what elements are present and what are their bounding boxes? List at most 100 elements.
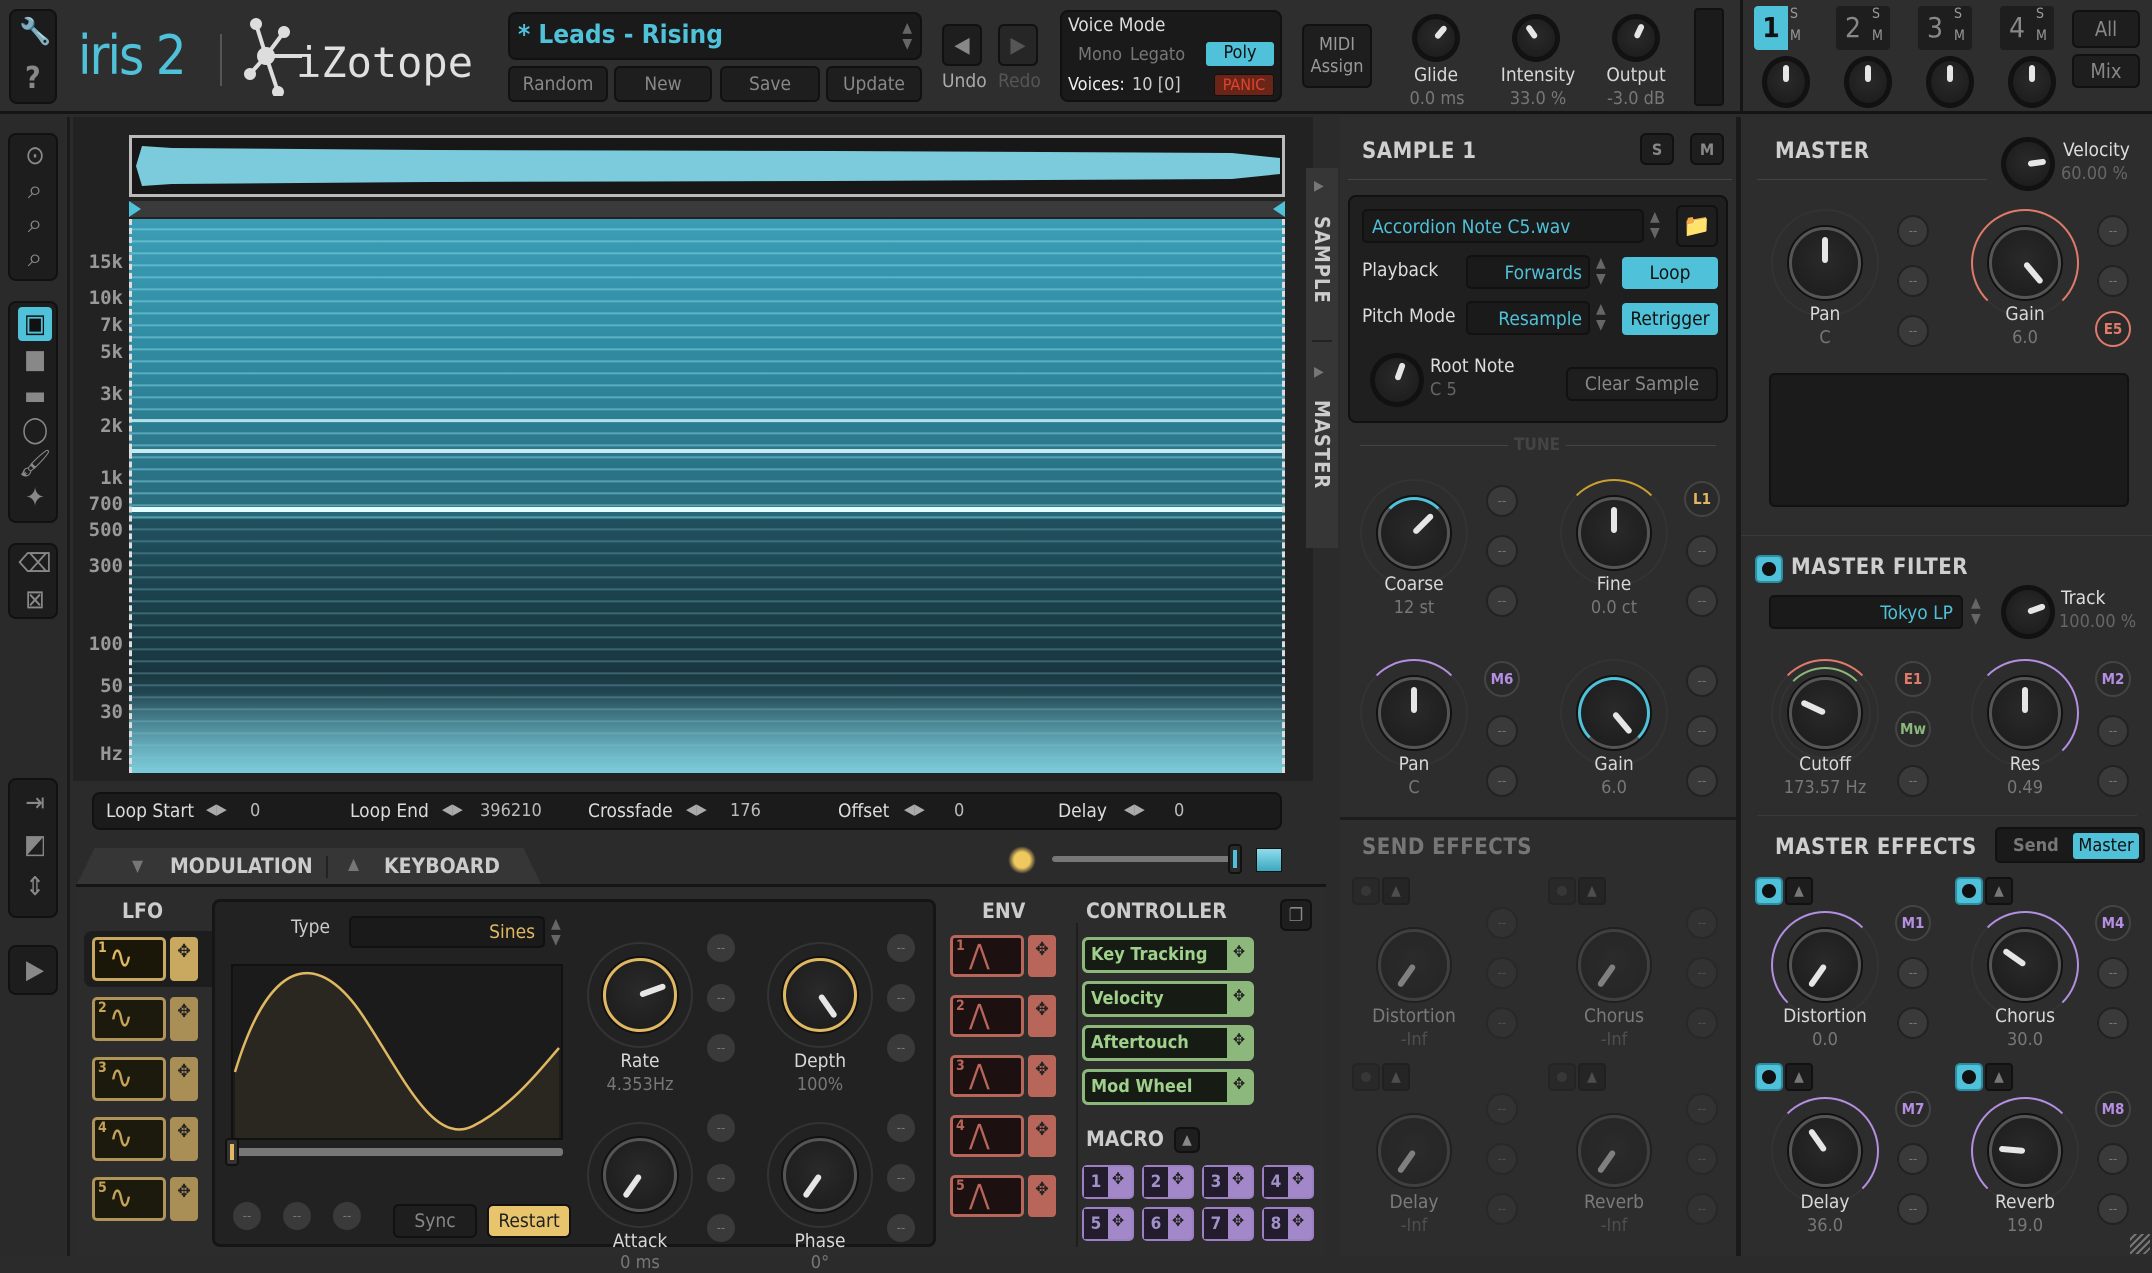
resize-grip-icon[interactable] [2130,1234,2150,1254]
mix-button[interactable]: Mix [2072,54,2140,88]
spectrogram-view-icon[interactable] [1256,848,1282,872]
lfo-phase-slider-handle[interactable] [225,1138,239,1166]
sample-solo-button[interactable]: S [1640,133,1674,165]
redo-button[interactable]: ▶ [998,24,1038,66]
send-reverb-mod-3[interactable]: -- [1686,1193,1718,1225]
voice-mode-mono[interactable]: Mono [1078,44,1122,65]
master-chorus-expand[interactable]: ▲ [1985,877,2013,905]
lfo-mod-slot-2[interactable]: -- [281,1200,313,1232]
glide-knob[interactable] [1414,16,1458,60]
master-gain-knob[interactable] [1989,227,2061,299]
cutoff-knob[interactable] [1789,677,1861,749]
zoom-select-icon[interactable]: ⊙ [18,139,52,173]
sample-slot-2[interactable]: 2 S M [1836,6,1890,50]
drag-icon[interactable]: ✥ [1226,1209,1250,1233]
midi-assign-button[interactable]: MIDI Assign [1302,24,1372,88]
output-knob[interactable] [1614,16,1658,60]
lfo-type-arrows-icon[interactable]: ▲ ▼ [551,916,561,948]
send-reverb-knob[interactable] [1578,1115,1650,1187]
send-distortion-mod-2[interactable]: -- [1486,957,1518,989]
macro-3[interactable]: 3 ✥ [1202,1165,1254,1199]
master-delay-power[interactable] [1755,1063,1783,1091]
master-delay-expand[interactable]: ▲ [1785,1063,1813,1091]
master-delay-mod-m7[interactable]: M7 [1895,1091,1931,1127]
side-tab-master[interactable]: MASTER [1310,400,1334,489]
delay-stepper-icon[interactable]: ◀▶ [1124,800,1145,818]
env-2-button[interactable]: 2 ⋀ [950,995,1024,1037]
view-mix-slider-handle[interactable] [1228,844,1242,874]
master-distortion-mod-2[interactable]: -- [1897,957,1929,989]
pan-mod-slot-3[interactable]: -- [1486,765,1518,797]
lfo-2-button[interactable]: 2 ∿ [92,997,166,1041]
master-pan-knob[interactable] [1789,227,1861,299]
master-chorus-power[interactable] [1955,877,1983,905]
send-reverb-mod-1[interactable]: -- [1686,1093,1718,1125]
rectangle-select-icon[interactable]: ■ [18,343,52,377]
send-reverb-power[interactable] [1548,1063,1576,1091]
pitch-mode-select[interactable]: Resample [1466,301,1590,335]
slot-3-mute[interactable]: M [1954,28,1965,44]
cutoff-mod-slot-3[interactable]: -- [1897,765,1929,797]
send-delay-mod-3[interactable]: -- [1486,1193,1518,1225]
playback-arrows-icon[interactable]: ▲ ▼ [1596,255,1606,287]
send-distortion-mod-3[interactable]: -- [1486,1007,1518,1039]
scale-selection-icon[interactable]: ◩ [18,828,52,862]
controller-key-tracking[interactable]: Key Tracking ✥ [1082,937,1254,973]
preset-arrows-icon[interactable]: ▲ ▼ [902,20,912,52]
env-2-drag-handle[interactable]: ✥ [1028,995,1056,1037]
macro-collapse-button[interactable]: ▲ [1174,1127,1200,1153]
attack-knob[interactable] [603,1138,677,1212]
master-pan-mod-3[interactable]: -- [1897,315,1929,347]
env-4-drag-handle[interactable]: ✥ [1028,1115,1056,1157]
master-velocity-knob[interactable] [2003,139,2053,189]
spectrogram-canvas[interactable] [129,219,1285,773]
master-filter-power[interactable] [1755,555,1783,583]
offset-value[interactable]: 0 [954,800,964,821]
res-mod-slot-2[interactable]: -- [2097,715,2129,747]
voice-mode-legato[interactable]: Legato [1130,44,1185,65]
panic-button[interactable]: PANIC [1214,74,1274,96]
master-reverb-mod-m8[interactable]: M8 [2095,1091,2131,1127]
env-4-button[interactable]: 4 ⋀ [950,1115,1024,1157]
macro-7[interactable]: 7 ✥ [1202,1207,1254,1241]
master-distortion-mod-3[interactable]: -- [1897,1007,1929,1039]
slot-2-mute[interactable]: M [1872,28,1883,44]
send-reverb-mod-2[interactable]: -- [1686,1143,1718,1175]
send-distortion-mod-1[interactable]: -- [1486,907,1518,939]
update-button[interactable]: Update [826,66,922,102]
res-knob[interactable] [1989,677,2061,749]
master-reverb-mod-2[interactable]: -- [2097,1143,2129,1175]
depth-mod-slot-2[interactable]: -- [885,982,917,1014]
master-reverb-knob[interactable] [1989,1115,2061,1187]
time-ruler[interactable] [129,201,1285,217]
open-folder-button[interactable]: 📁 [1676,205,1718,247]
coarse-mod-slot-3[interactable]: -- [1486,585,1518,617]
lfo-restart-button[interactable]: Restart [487,1204,571,1238]
send-chorus-expand[interactable]: ▲ [1578,877,1606,905]
env-5-drag-handle[interactable]: ✥ [1028,1175,1056,1217]
save-button[interactable]: Save [720,66,820,102]
loop-start-value[interactable]: 0 [250,800,260,821]
drag-icon[interactable]: ✥ [1166,1209,1190,1233]
filter-type-arrows-icon[interactable]: ▲ ▼ [1971,595,1981,627]
sample-mute-button[interactable]: M [1690,133,1724,165]
waveform-overview[interactable] [129,135,1285,197]
master-chorus-mod-3[interactable]: -- [2097,1007,2129,1039]
send-chorus-mod-2[interactable]: -- [1686,957,1718,989]
retrigger-toggle[interactable]: Retrigger [1622,303,1718,335]
coarse-mod-slot-2[interactable]: -- [1486,535,1518,567]
drag-icon[interactable]: ✥ [1166,1167,1190,1191]
lfo-4-button[interactable]: 4 ∿ [92,1117,166,1161]
lfo-5-button[interactable]: 5 ∿ [92,1177,166,1221]
sample-slot-4[interactable]: 4 S M [2000,6,2054,50]
phase-knob[interactable] [783,1138,857,1212]
eraser-icon[interactable]: ⌫ [18,547,52,581]
drag-icon[interactable]: ✥ [1227,940,1251,970]
master-reverb-expand[interactable]: ▲ [1985,1063,2013,1091]
sample-file-arrows-icon[interactable]: ▲ ▼ [1650,209,1660,241]
filter-track-knob[interactable] [2003,587,2053,637]
env-3-button[interactable]: 3 ⋀ [950,1055,1024,1097]
preset-selector[interactable]: * Leads - Rising ▲ ▼ [508,12,922,60]
res-mod-slot-3[interactable]: -- [2097,765,2129,797]
random-button[interactable]: Random [508,66,608,102]
